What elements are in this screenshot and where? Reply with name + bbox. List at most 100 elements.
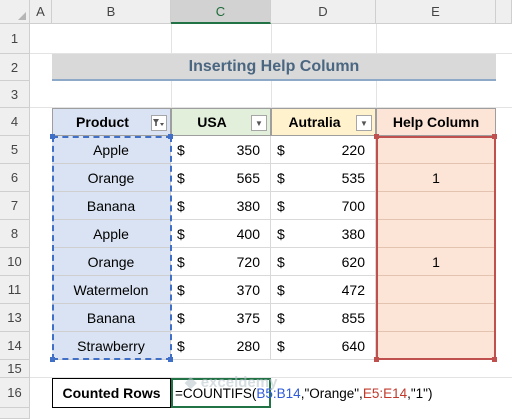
cell-help[interactable] — [376, 332, 496, 360]
cell-help[interactable] — [376, 192, 496, 220]
cell-product[interactable]: Watermelon — [52, 276, 171, 304]
usa-value: 375 — [236, 309, 260, 326]
cell-usa[interactable]: $280 — [171, 332, 271, 360]
column-header-e[interactable]: E — [376, 0, 496, 24]
row-header-17[interactable] — [0, 408, 30, 419]
row-header-6[interactable]: 6 — [0, 164, 30, 192]
usa-value: 350 — [236, 141, 260, 158]
australia-value: 620 — [341, 253, 365, 270]
row-header-3[interactable]: 3 — [0, 81, 30, 108]
row-header-8[interactable]: 8 — [0, 220, 30, 248]
column-header-c[interactable]: C — [171, 0, 271, 24]
cell-product[interactable]: Orange — [52, 248, 171, 276]
range-handle[interactable] — [374, 357, 379, 362]
currency-symbol: $ — [277, 309, 285, 326]
row-header-7[interactable]: 7 — [0, 192, 30, 220]
row-header-16[interactable]: 16 — [0, 378, 30, 408]
usa-value: 370 — [236, 281, 260, 298]
range-handle[interactable] — [50, 357, 55, 362]
row-header-15[interactable]: 15 — [0, 360, 30, 378]
sheet-title: Inserting Help Column — [52, 54, 496, 81]
currency-symbol: $ — [277, 337, 285, 354]
australia-value: 220 — [341, 141, 365, 158]
formula-cell[interactable]: =COUNTIFS(B5:B14 ,"Orange", E5:E14 ,"1") — [171, 378, 432, 408]
cell-help[interactable]: 1 — [376, 248, 496, 276]
range-handle[interactable] — [168, 357, 173, 362]
usa-value: 380 — [236, 197, 260, 214]
row-header-5[interactable]: 5 — [0, 136, 30, 164]
header-product[interactable]: Product — [52, 108, 171, 136]
range-handle[interactable] — [50, 134, 55, 139]
header-australia[interactable]: Autralia ▼ — [271, 108, 376, 136]
australia-value: 640 — [341, 337, 365, 354]
currency-symbol: $ — [177, 141, 185, 158]
cell-australia[interactable]: $700 — [271, 192, 376, 220]
cell-help[interactable] — [376, 220, 496, 248]
column-header-d[interactable]: D — [271, 0, 376, 24]
header-product-label: Product — [76, 114, 129, 130]
counted-rows-label[interactable]: Counted Rows — [52, 378, 171, 408]
cell-help[interactable]: 1 — [376, 164, 496, 192]
australia-value: 855 — [341, 309, 365, 326]
currency-symbol: $ — [177, 309, 185, 326]
cell-australia[interactable]: $855 — [271, 304, 376, 332]
row-header-10[interactable]: 10 — [0, 248, 30, 276]
cell-usa[interactable]: $370 — [171, 276, 271, 304]
usa-value: 565 — [236, 169, 260, 186]
cell-australia[interactable]: $640 — [271, 332, 376, 360]
select-all-corner[interactable] — [0, 0, 30, 24]
currency-symbol: $ — [177, 197, 185, 214]
row-header-4[interactable]: 4 — [0, 108, 30, 136]
range-handle[interactable] — [492, 357, 497, 362]
row-header-2[interactable]: 2 — [0, 54, 30, 81]
cell-product[interactable]: Banana — [52, 304, 171, 332]
dropdown-arrow-icon[interactable]: ▼ — [251, 115, 267, 131]
row-header-11[interactable]: 11 — [0, 276, 30, 304]
filter-active-icon[interactable] — [151, 115, 167, 131]
row-header-14[interactable]: 14 — [0, 332, 30, 360]
currency-symbol: $ — [277, 225, 285, 242]
currency-symbol: $ — [177, 169, 185, 186]
cell-usa[interactable]: $350 — [171, 136, 271, 164]
cell-product[interactable]: Strawberry — [52, 332, 171, 360]
header-usa-label: USA — [197, 114, 227, 130]
spreadsheet: A B C D E 1 2 3 4 5 6 7 8 10 11 13 14 15… — [0, 0, 512, 419]
column-header-f[interactable] — [496, 0, 512, 24]
cell-australia[interactable]: $535 — [271, 164, 376, 192]
cell-help[interactable] — [376, 136, 496, 164]
currency-symbol: $ — [177, 281, 185, 298]
cell-product[interactable]: Orange — [52, 164, 171, 192]
cell-usa[interactable]: $565 — [171, 164, 271, 192]
formula-criteria: ,"Orange", — [300, 385, 363, 401]
australia-value: 535 — [341, 169, 365, 186]
currency-symbol: $ — [277, 141, 285, 158]
cell-australia[interactable]: $220 — [271, 136, 376, 164]
cell-product[interactable]: Apple — [52, 136, 171, 164]
currency-symbol: $ — [277, 253, 285, 270]
column-header-a[interactable]: A — [30, 0, 52, 24]
formula-criteria-end: ,"1") — [407, 385, 433, 401]
header-australia-label: Autralia — [288, 114, 341, 130]
column-header-b[interactable]: B — [52, 0, 171, 24]
row-header-1[interactable]: 1 — [0, 24, 30, 54]
currency-symbol: $ — [277, 281, 285, 298]
cell-australia[interactable]: $620 — [271, 248, 376, 276]
cell-usa[interactable]: $720 — [171, 248, 271, 276]
cell-product[interactable]: Apple — [52, 220, 171, 248]
row-header-13[interactable]: 13 — [0, 304, 30, 332]
cell-product[interactable]: Banana — [52, 192, 171, 220]
formula-range-b: B5:B14 — [256, 385, 301, 401]
range-handle[interactable] — [492, 134, 497, 139]
header-help-column[interactable]: Help Column — [376, 108, 496, 136]
dropdown-arrow-icon[interactable]: ▼ — [356, 115, 372, 131]
range-handle[interactable] — [168, 134, 173, 139]
cell-help[interactable] — [376, 276, 496, 304]
header-usa[interactable]: USA ▼ — [171, 108, 271, 136]
cell-usa[interactable]: $380 — [171, 192, 271, 220]
cell-australia[interactable]: $472 — [271, 276, 376, 304]
cell-usa[interactable]: $400 — [171, 220, 271, 248]
cell-usa[interactable]: $375 — [171, 304, 271, 332]
cell-australia[interactable]: $380 — [271, 220, 376, 248]
range-handle[interactable] — [374, 134, 379, 139]
cell-help[interactable] — [376, 304, 496, 332]
